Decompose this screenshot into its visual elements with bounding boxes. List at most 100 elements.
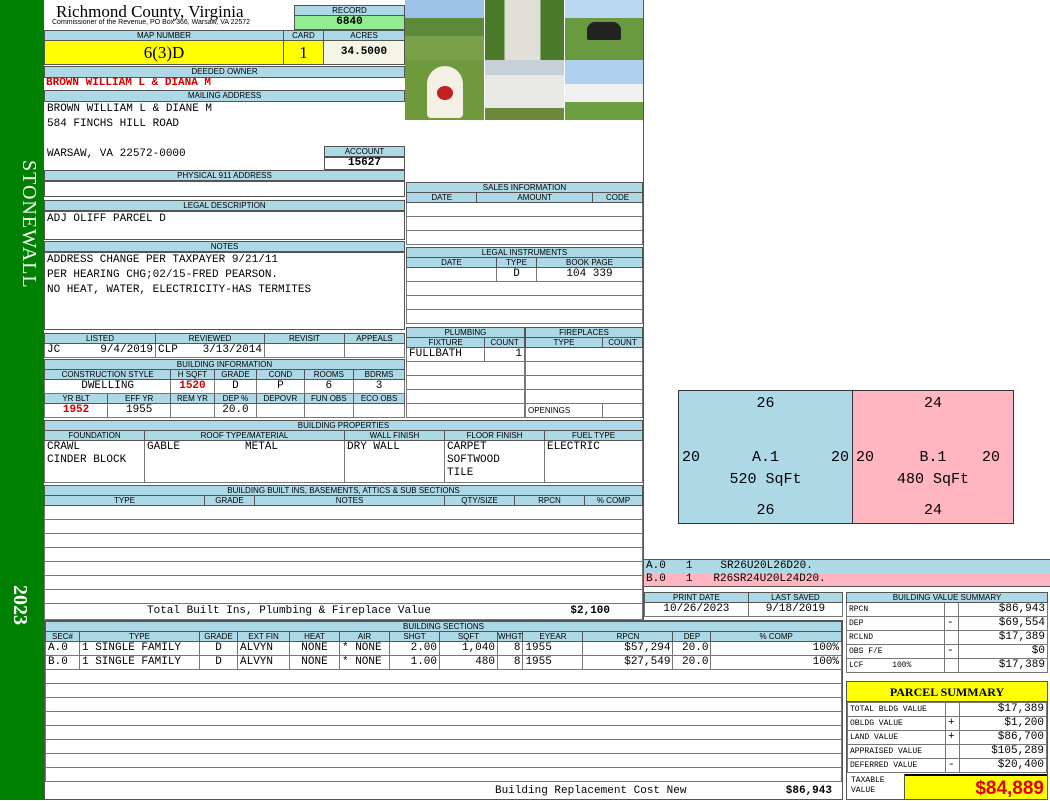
replacement-cost-label: Building Replacement Cost New xyxy=(495,785,687,797)
tax-year: 2023 xyxy=(9,585,31,625)
col-rpcn: RPCN xyxy=(514,495,585,506)
sketch-code-b: B.0 1 R26SR24U20L24D20. xyxy=(644,573,1050,587)
photo-house-exterior[interactable] xyxy=(405,0,484,60)
county-subtitle: Commissioner of the Revenue, PO Box 366,… xyxy=(52,19,251,26)
appeals-label: APPEALS xyxy=(344,333,405,344)
section-cell: 1955 xyxy=(522,641,584,656)
sketch-section-b[interactable]: 24 24 20 20 B.1 480 SqFt xyxy=(852,390,1014,524)
card-number: 1 xyxy=(283,40,324,65)
dates-table: PRINT DATE LAST SAVED 10/26/2023 9/18/2019 xyxy=(644,592,844,617)
sketch-section-a[interactable]: 26 26 20 20 A.1 520 SqFt xyxy=(678,390,853,524)
map-number: 6(3)D xyxy=(44,40,284,65)
instrument-row xyxy=(406,295,643,310)
builtin-row xyxy=(44,589,643,604)
summary-row: LCF 100% $17,389 xyxy=(846,658,1048,673)
col-roof: ROOF TYPE/MATERIAL xyxy=(144,430,345,441)
summary-value: $1,200 xyxy=(959,716,1047,731)
plumbing-label: PLUMBING xyxy=(406,327,525,338)
summary-sign: - xyxy=(945,758,960,773)
photo-shed[interactable] xyxy=(485,60,564,120)
summary-row: DEFERRED VALUE - $20,400 xyxy=(847,758,1047,773)
col-yr-blt: YR BLT xyxy=(43,393,109,404)
fireplace-row xyxy=(525,347,643,362)
builtin-row xyxy=(44,561,643,576)
col-construction-style: CONSTRUCTION STYLE xyxy=(43,369,172,380)
builtins-label: BUILDING BUILT INS, BASEMENTS, ATTICS & … xyxy=(44,485,643,496)
col-bdrms: BDRMS xyxy=(353,369,405,380)
summary-row: RPCN $86,943 xyxy=(846,602,1048,617)
sales-row xyxy=(406,216,643,231)
col-type: TYPE xyxy=(79,631,200,642)
summary-row: OBS F/E - $0 xyxy=(846,644,1048,659)
photo-farmhouse[interactable] xyxy=(485,0,564,60)
col-heat: HEAT xyxy=(289,631,340,642)
col-air: AIR xyxy=(339,631,390,642)
taxable-value-label: TAXABLE VALUE xyxy=(847,774,905,799)
openings-value xyxy=(602,403,643,418)
col--comp: % COMP xyxy=(710,631,842,642)
photo-area-border xyxy=(643,0,644,620)
col-dep: DEP xyxy=(672,631,712,642)
last-saved-label: LAST SAVED xyxy=(747,592,844,603)
summary-label: TOTAL BLDG VALUE xyxy=(847,702,946,717)
photo-house-front[interactable] xyxy=(565,60,644,120)
summary-value: $0 xyxy=(958,644,1048,659)
account-number: 15627 xyxy=(324,156,405,170)
reviewed-by: CLP xyxy=(158,344,178,356)
properties-label: BUILDING PROPERTIES xyxy=(44,420,643,431)
rooms: 6 xyxy=(303,379,355,394)
listed-by: JC xyxy=(47,344,61,356)
building-information: BUILDING INFORMATION CONSTRUCTION STYLE H… xyxy=(43,359,405,418)
building-sections: BUILDING SECTIONS SEC# TYPE GRADE EXT FIN HE… xyxy=(44,620,843,800)
plumbing-row xyxy=(406,403,525,418)
col-depovr: DEPOVR xyxy=(256,393,305,404)
builtin-row xyxy=(44,505,643,520)
instrument-book-page: 104 339 xyxy=(536,267,643,282)
col-foundation: FOUNDATION xyxy=(44,430,145,441)
section-row-empty xyxy=(45,697,842,712)
col-sqft: SQFT xyxy=(439,631,498,642)
section-cell: NONE xyxy=(289,641,340,656)
col-eco-obs: ECO OBS xyxy=(353,393,405,404)
summary-value: $20,400 xyxy=(959,758,1047,773)
sales-row xyxy=(406,202,643,217)
dim-bottom: 26 xyxy=(756,502,775,519)
summary-value: $17,389 xyxy=(959,702,1047,717)
legal-description: ADJ OLIFF PARCEL D xyxy=(47,213,166,225)
col-fuel-type: FUEL TYPE xyxy=(544,430,643,441)
plumbing: PLUMBING FIXTURE COUNT FULLBATH 1 xyxy=(405,327,525,418)
section-cell: $57,294 xyxy=(582,641,674,656)
roof-material: METAL xyxy=(245,441,279,453)
last-saved: 9/18/2019 xyxy=(747,602,844,617)
summary-sign xyxy=(944,658,959,673)
photo-powells-place-sign[interactable] xyxy=(405,60,484,120)
section-cell: 1 SINGLE FAMILY xyxy=(79,655,200,670)
legal-instruments: LEGAL INSTRUMENTS DATE TYPE BOOK PAGE D 104… xyxy=(406,247,643,324)
floor-3: TILE xyxy=(447,467,474,479)
foundation-2: CINDER BLOCK xyxy=(47,454,127,466)
col-fixture: FIXTURE xyxy=(405,337,486,348)
openings-label: OPENINGS xyxy=(525,403,603,418)
col-date: DATE xyxy=(405,192,478,203)
summary-sign xyxy=(945,702,960,717)
fuel-type: ELECTRIC xyxy=(544,440,643,483)
col-code: CODE xyxy=(592,192,643,203)
listing-table: LISTED REVIEWED REVISIT APPEALS JC 9/4/2019 C… xyxy=(44,333,405,358)
col-book-page: BOOK PAGE xyxy=(536,257,643,268)
section-cell: 1.00 xyxy=(389,655,440,670)
photo-mailbox[interactable] xyxy=(565,0,644,60)
summary-label: LCF 100% xyxy=(846,658,945,673)
replacement-cost-row: Building Replacement Cost New $86,943 xyxy=(45,783,842,799)
fun-obs xyxy=(303,403,355,418)
eff-yr: 1955 xyxy=(107,403,172,418)
section-row-empty xyxy=(45,711,842,726)
col-eyear: EYEAR xyxy=(522,631,584,642)
summary-sign: + xyxy=(945,716,960,731)
builtins-total-row: Total Built Ins, Plumbing & Fireplace Va… xyxy=(44,603,643,620)
section-cell: 8 xyxy=(496,655,524,670)
section-cell: 480 xyxy=(439,655,498,670)
building-properties: BUILDING PROPERTIES FOUNDATION ROOF TYPE/… xyxy=(44,420,643,483)
fixture-count: 1 xyxy=(484,347,525,362)
dep-pct: 20.0 xyxy=(213,403,258,418)
col-grade: GRADE xyxy=(204,495,255,506)
